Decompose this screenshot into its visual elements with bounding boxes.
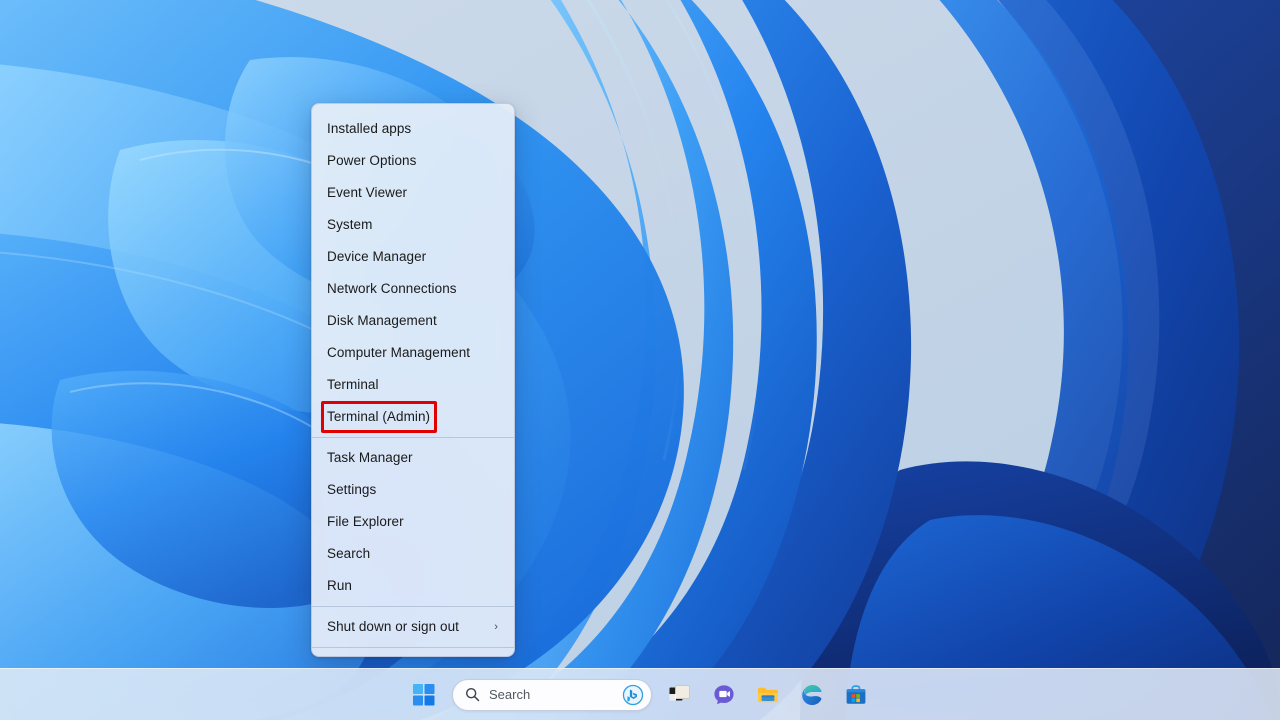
winx-menu-item-label: Installed apps bbox=[327, 122, 502, 136]
winx-menu-item-computer-management[interactable]: Computer Management bbox=[312, 337, 514, 369]
microsoft-edge-icon bbox=[800, 683, 824, 707]
winx-menu-item-label: Settings bbox=[327, 483, 502, 497]
taskbar-center-group: Search bbox=[402, 673, 878, 717]
menu-separator bbox=[312, 437, 514, 438]
windows-start-icon bbox=[413, 684, 435, 706]
winx-menu-item-power-options[interactable]: Power Options bbox=[312, 145, 514, 177]
chevron-right-icon: › bbox=[494, 622, 498, 633]
microsoft-store-icon bbox=[844, 683, 868, 707]
search-placeholder-text: Search bbox=[489, 688, 622, 701]
winx-menu-item-desktop[interactable]: Desktop bbox=[312, 652, 514, 657]
file-explorer-button[interactable] bbox=[746, 673, 790, 717]
winx-menu-item-task-manager[interactable]: Task Manager bbox=[312, 442, 514, 474]
menu-separator bbox=[312, 606, 514, 607]
taskbar[interactable]: Search bbox=[0, 668, 1280, 720]
winx-menu-item-label: Run bbox=[327, 579, 502, 593]
winx-menu-item-label: System bbox=[327, 218, 502, 232]
search-input[interactable]: Search bbox=[452, 679, 652, 711]
winx-menu-item-installed-apps[interactable]: Installed apps bbox=[312, 113, 514, 145]
winx-menu-item-label: Power Options bbox=[327, 154, 502, 168]
microsoft-edge-button[interactable] bbox=[790, 673, 834, 717]
winx-menu-item-label: Search bbox=[327, 547, 502, 561]
winx-menu-item-label: Terminal (Admin) bbox=[327, 410, 502, 424]
winx-menu-item-label: Terminal bbox=[327, 378, 502, 392]
winx-menu-item-network-connections[interactable]: Network Connections bbox=[312, 273, 514, 305]
microsoft-store-button[interactable] bbox=[834, 673, 878, 717]
winx-menu-item-label: Device Manager bbox=[327, 250, 502, 264]
desktop-wallpaper bbox=[0, 0, 1280, 720]
task-view-icon bbox=[668, 683, 692, 707]
winx-menu-item-label: Event Viewer bbox=[327, 186, 502, 200]
winx-menu-item-label: File Explorer bbox=[327, 515, 502, 529]
winx-menu-item-device-manager[interactable]: Device Manager bbox=[312, 241, 514, 273]
file-explorer-icon bbox=[756, 683, 780, 707]
winx-quick-link-menu[interactable]: Installed apps Power Options Event Viewer S… bbox=[311, 103, 515, 657]
winx-menu-item-shut-down-or-sign-out[interactable]: Shut down or sign out› bbox=[312, 611, 514, 643]
bing-copilot-icon[interactable] bbox=[622, 684, 644, 706]
task-view-button[interactable] bbox=[658, 673, 702, 717]
winx-menu-item-terminal[interactable]: Terminal bbox=[312, 369, 514, 401]
winx-menu-item-event-viewer[interactable]: Event Viewer bbox=[312, 177, 514, 209]
desktop[interactable]: Installed apps Power Options Event Viewer S… bbox=[0, 0, 1280, 720]
winx-menu-item-terminal-admin[interactable]: Terminal (Admin) bbox=[312, 401, 514, 433]
winx-menu-item-disk-management[interactable]: Disk Management bbox=[312, 305, 514, 337]
chat-button[interactable] bbox=[702, 673, 746, 717]
winx-menu-item-label: Shut down or sign out bbox=[327, 620, 494, 634]
winx-menu-item-search[interactable]: Search bbox=[312, 538, 514, 570]
chat-teams-icon bbox=[712, 683, 736, 707]
winx-menu-item-system[interactable]: System bbox=[312, 209, 514, 241]
winx-menu-item-label: Task Manager bbox=[327, 451, 502, 465]
winx-menu-item-label: Computer Management bbox=[327, 346, 502, 360]
winx-menu-item-run[interactable]: Run bbox=[312, 570, 514, 602]
search-icon bbox=[465, 687, 480, 702]
winx-menu-item-label: Network Connections bbox=[327, 282, 502, 296]
menu-separator bbox=[312, 647, 514, 648]
winx-menu-item-settings[interactable]: Settings bbox=[312, 474, 514, 506]
winx-menu-item-label: Disk Management bbox=[327, 314, 502, 328]
start-button[interactable] bbox=[402, 673, 446, 717]
winx-menu-item-file-explorer[interactable]: File Explorer bbox=[312, 506, 514, 538]
